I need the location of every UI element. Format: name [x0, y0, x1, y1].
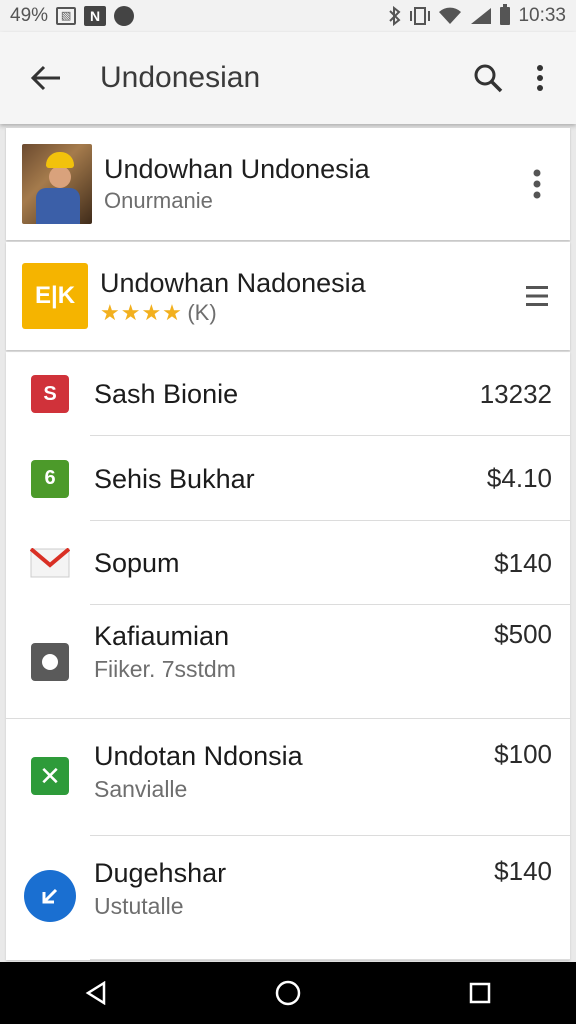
list-item[interactable]: S Sash Bionie 13232 — [6, 352, 570, 436]
list-item[interactable]: ✕ Undotan Ndonsia Sanvialle $100 — [6, 719, 570, 836]
menu-icon — [526, 286, 548, 306]
s-app-icon: S — [31, 375, 69, 413]
app-n-icon: N — [84, 6, 107, 26]
profile-photo — [22, 144, 92, 224]
header-card[interactable]: Undowhan Undonesia Onurmanie — [6, 128, 570, 240]
list-item-title: Sopum — [94, 548, 180, 578]
status-bar: 49% ▧ N 10:33 — [0, 0, 576, 32]
list-item[interactable]: 6 Sehis Bukhar $4.10 — [6, 436, 570, 521]
header-card-title: Undowhan Undonesia — [104, 154, 370, 184]
search-icon — [474, 64, 503, 93]
header-card-subtitle: Onurmanie — [104, 188, 213, 213]
list-item[interactable]: Sopum $140 — [6, 521, 570, 605]
status-left: 49% ▧ N — [10, 5, 135, 27]
download-app-icon — [24, 870, 76, 922]
app-card-menu-button[interactable] — [512, 266, 562, 326]
nav-home-button[interactable] — [248, 963, 328, 1023]
list-item-value: $100 — [494, 739, 552, 769]
list-item-subtitle: Ustutalle — [94, 893, 184, 919]
content: Undowhan Undonesia Onurmanie E|K Undowha… — [6, 128, 570, 960]
list-item-value: $140 — [494, 547, 552, 578]
list-item-subtitle: Fiiker. 7sstdm — [94, 656, 236, 682]
list-item-title: Sehis Bukhar — [94, 463, 255, 494]
status-right: 10:33 — [388, 4, 566, 27]
list-item-title: Sash Bionie — [94, 379, 239, 409]
more-vert-icon — [537, 65, 543, 91]
battery-icon — [500, 4, 511, 25]
vibrate-icon — [410, 7, 431, 25]
bluetooth-icon — [388, 6, 402, 26]
list-item-title: Kafiaumian — [94, 621, 230, 651]
list-item-value: $4.10 — [486, 463, 552, 493]
list-item-title: Dugehshar — [94, 858, 227, 888]
nav-home-icon — [275, 980, 301, 1006]
circle-notification-icon — [114, 6, 135, 26]
app-bar: Undonesian — [0, 32, 576, 124]
camera-app-icon — [31, 643, 69, 681]
overflow-menu-button[interactable] — [514, 48, 566, 108]
arrow-back-icon — [30, 65, 60, 91]
clock: 10:33 — [518, 5, 566, 26]
header-card-menu-button[interactable] — [512, 154, 562, 214]
app-card[interactable]: E|K Undowhan Nadonesia ★★★★ (K) — [6, 242, 570, 350]
wifi-icon — [438, 7, 462, 25]
app-logo-text: E|K — [34, 282, 76, 309]
list-item[interactable]: Dugehshar Ustutalle $140 — [6, 836, 570, 960]
list-item-value: $500 — [494, 619, 552, 649]
page-title: Undonesian — [100, 61, 261, 94]
signal-icon — [470, 7, 492, 25]
back-button[interactable] — [16, 48, 76, 108]
list-item[interactable]: Kafiaumian Fiiker. 7sstdm $500 — [6, 605, 570, 719]
nav-back-icon — [85, 981, 106, 1005]
list-item-title: Undotan Ndonsia — [94, 741, 303, 771]
nav-recents-button[interactable] — [440, 963, 520, 1023]
app-card-title: Undowhan Nadonesia — [100, 268, 366, 298]
list-item-subtitle: Sanvialle — [94, 776, 188, 802]
rating-stars: ★★★★ — [100, 300, 183, 325]
app-logo: E|K — [22, 263, 88, 329]
x-app-icon: ✕ — [31, 757, 69, 795]
mail-icon — [30, 548, 70, 578]
rating-text: (K) — [187, 300, 217, 325]
six-app-icon: 6 — [31, 459, 69, 498]
list-item-value: 13232 — [479, 378, 552, 409]
nav-back-button[interactable] — [56, 963, 136, 1023]
nav-recents-icon — [469, 982, 491, 1004]
more-vert-icon — [533, 169, 541, 199]
list-item-value: $140 — [494, 856, 552, 886]
image-icon: ▧ — [56, 7, 77, 25]
battery-percent: 49% — [10, 5, 49, 26]
search-button[interactable] — [462, 48, 514, 108]
navigation-bar — [0, 962, 576, 1024]
items-list: S Sash Bionie 13232 6 Sehis Bukhar $4.10 — [6, 352, 570, 960]
